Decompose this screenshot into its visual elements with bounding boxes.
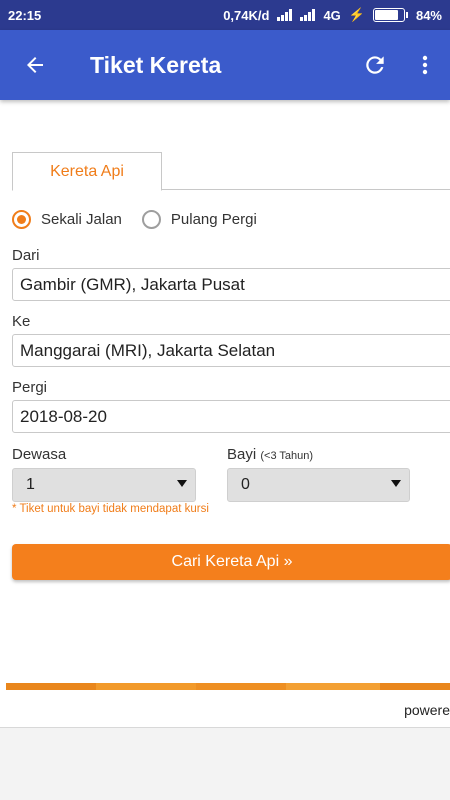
trip-type-group: Sekali Jalan Pulang Pergi: [12, 210, 277, 229]
adult-label: Dewasa: [12, 446, 67, 463]
radio-one-way-label: Sekali Jalan: [41, 211, 122, 228]
status-time: 22:15: [8, 7, 42, 23]
to-station-field[interactable]: Manggarai (MRI), Jakarta Selatan: [12, 334, 450, 367]
dropdown-arrow-icon: [177, 480, 187, 487]
search-train-button[interactable]: Cari Kereta Api »: [12, 544, 450, 580]
radio-one-way[interactable]: Sekali Jalan: [12, 210, 122, 229]
infant-age-hint: (<3 Tahun): [260, 450, 314, 462]
radio-unchecked-icon: [141, 210, 161, 229]
from-station-field[interactable]: Gambir (GMR), Jakarta Pusat: [12, 268, 450, 301]
bottom-area: [0, 728, 450, 800]
more-options-button[interactable]: [400, 30, 450, 100]
radio-checked-icon: [12, 210, 31, 229]
page-title: Tiket Kereta: [90, 51, 222, 78]
refresh-button[interactable]: [350, 30, 400, 100]
more-vert-icon: [422, 55, 428, 75]
infant-note: * Tiket untuk bayi tidak mendapat kursi: [12, 503, 209, 515]
battery-percent: 84%: [415, 7, 442, 23]
network-speed: 0,74K/d: [223, 7, 270, 23]
back-button[interactable]: [0, 30, 70, 100]
status-indicators: 0,74K/d 4G ⚡ 84%: [223, 7, 442, 23]
signal-icon-2: [300, 9, 316, 21]
app-bar: Tiket Kereta: [0, 30, 450, 100]
charging-icon: ⚡: [348, 7, 365, 22]
refresh-icon: [366, 56, 384, 74]
radio-round-trip-label: Pulang Pergi: [170, 211, 257, 228]
arrow-left-icon: [27, 57, 43, 73]
to-label: Ke: [12, 313, 31, 330]
powered-by-text: powere: [404, 702, 450, 718]
infant-label-text: Bayi: [227, 446, 257, 463]
promo-banner-strip: [6, 683, 450, 690]
footer-bar: [0, 690, 450, 728]
signal-icon: [277, 9, 293, 21]
dropdown-arrow-icon: [391, 480, 401, 487]
from-label: Dari: [12, 247, 40, 264]
infant-count-value: 0: [241, 476, 250, 493]
network-type: 4G: [323, 7, 341, 23]
tab-bar: Kereta Api: [12, 152, 450, 191]
infant-label: Bayi (<3 Tahun): [227, 446, 313, 463]
radio-round-trip[interactable]: Pulang Pergi: [141, 210, 257, 229]
status-bar: 22:15 0,74K/d 4G ⚡ 84%: [0, 0, 450, 30]
battery-icon: [372, 8, 408, 22]
adult-count-select[interactable]: 1: [12, 468, 196, 502]
depart-date-field[interactable]: 2018-08-20: [12, 400, 450, 433]
tab-kereta-api[interactable]: Kereta Api: [12, 152, 162, 191]
infant-count-select[interactable]: 0: [227, 468, 410, 502]
adult-count-value: 1: [26, 476, 35, 493]
depart-label: Pergi: [12, 379, 48, 396]
